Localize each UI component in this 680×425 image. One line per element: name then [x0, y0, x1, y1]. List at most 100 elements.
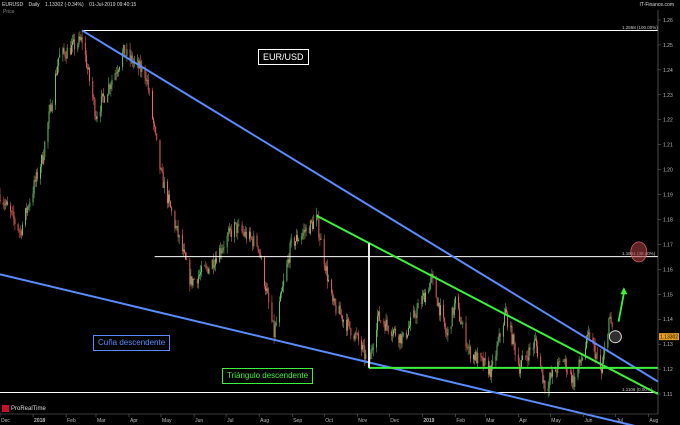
price-axis-label: Price — [3, 9, 15, 15]
candle-body — [439, 305, 441, 316]
x-tick-label: Nov — [358, 418, 367, 424]
candle-body — [198, 274, 200, 277]
candle-body — [59, 54, 61, 58]
candle-body — [159, 139, 161, 170]
candle-body — [349, 321, 351, 329]
candle-body — [163, 181, 165, 188]
candle-body — [347, 319, 349, 331]
candle-body — [324, 264, 326, 271]
candle-body — [12, 211, 14, 213]
candle-body — [201, 266, 203, 273]
candle-body — [126, 49, 128, 56]
candle-body — [574, 377, 576, 387]
candle-body — [354, 332, 356, 340]
candle-body — [395, 328, 397, 336]
candle-body — [245, 231, 247, 240]
candle-body — [48, 111, 50, 123]
candle-body — [303, 230, 305, 233]
candle-body — [71, 45, 72, 55]
x-tick-label: Feb — [456, 418, 465, 424]
y-tick-label: 1.15 — [663, 292, 673, 298]
candle-body — [378, 311, 380, 317]
candle-body — [318, 218, 320, 238]
candle-body — [94, 99, 96, 117]
candle-body — [166, 181, 168, 204]
candle-body — [505, 309, 506, 314]
candle-body — [581, 358, 583, 361]
candle-body — [492, 360, 494, 366]
candle-body — [40, 166, 41, 179]
candle-body — [480, 353, 482, 358]
candle-body — [611, 323, 613, 328]
candle-body — [556, 371, 558, 373]
candle-body — [387, 326, 389, 332]
candle-body — [13, 211, 15, 219]
candle-body — [577, 367, 579, 378]
candle-body — [525, 355, 527, 357]
candle-body — [453, 303, 455, 315]
candle-body — [400, 334, 402, 344]
x-tick-label: Apr — [130, 418, 138, 424]
candle-body — [129, 49, 131, 60]
candle-body — [155, 127, 157, 134]
logo: ProRealTime — [2, 405, 46, 412]
candle-body — [19, 231, 21, 232]
candle-body — [417, 302, 419, 309]
candle-body — [213, 265, 215, 268]
candle-body — [542, 369, 544, 383]
candle-body — [109, 84, 111, 90]
candle-body — [364, 345, 366, 359]
candle-body — [43, 156, 45, 164]
candle-body — [65, 56, 67, 59]
candle-body — [502, 325, 504, 337]
candle-body — [47, 122, 49, 142]
candle-body — [252, 238, 254, 247]
candle-body — [563, 361, 565, 363]
current-price-label: 1.13302 — [660, 335, 678, 341]
candle-body — [361, 340, 362, 350]
candle-body — [309, 220, 311, 234]
x-tick-label: Apr — [519, 418, 527, 424]
instrument-label: EUR/USD — [258, 49, 309, 65]
logo-mark — [2, 405, 9, 412]
x-tick-label: Jul — [227, 418, 233, 424]
candle-body — [394, 328, 396, 330]
candle-body — [550, 373, 552, 377]
candle-body — [271, 302, 273, 322]
candle-body — [363, 345, 365, 346]
candle-body — [89, 67, 91, 82]
candle-body — [191, 276, 193, 286]
candle-body — [527, 357, 529, 361]
candle-body — [377, 316, 378, 330]
candle-body — [146, 79, 148, 81]
candle-body — [380, 320, 382, 322]
candle-body — [437, 302, 439, 307]
candle-body — [101, 93, 103, 97]
candle-body — [21, 224, 23, 235]
candle-body — [44, 141, 46, 157]
candle-body — [226, 235, 228, 248]
candle-body — [313, 220, 314, 230]
candle-body — [406, 334, 408, 338]
y-tick-label: 1.14 — [663, 317, 673, 323]
candle-body — [293, 237, 295, 246]
candle-body — [357, 333, 359, 341]
fib-level-label: 1.2558 (100.00%) — [622, 25, 658, 30]
candle-body — [603, 354, 605, 364]
y-tick-label: 1.26 — [663, 18, 673, 24]
header-datetime: 01-Jul-2019 09:40:15 — [89, 2, 137, 8]
candle-body — [66, 47, 68, 59]
candle-body — [308, 227, 310, 234]
candle-body — [168, 194, 169, 204]
candle-body — [249, 231, 250, 240]
candle-body — [55, 73, 56, 105]
candle-body — [100, 96, 102, 112]
candle-body — [454, 296, 456, 304]
candle-body — [160, 168, 162, 170]
x-tick-label: Aug — [649, 418, 658, 424]
candle-body — [250, 231, 252, 238]
candle-body — [34, 180, 36, 182]
candle-body — [532, 347, 534, 350]
candle-body — [445, 326, 447, 333]
candle-body — [422, 293, 424, 296]
